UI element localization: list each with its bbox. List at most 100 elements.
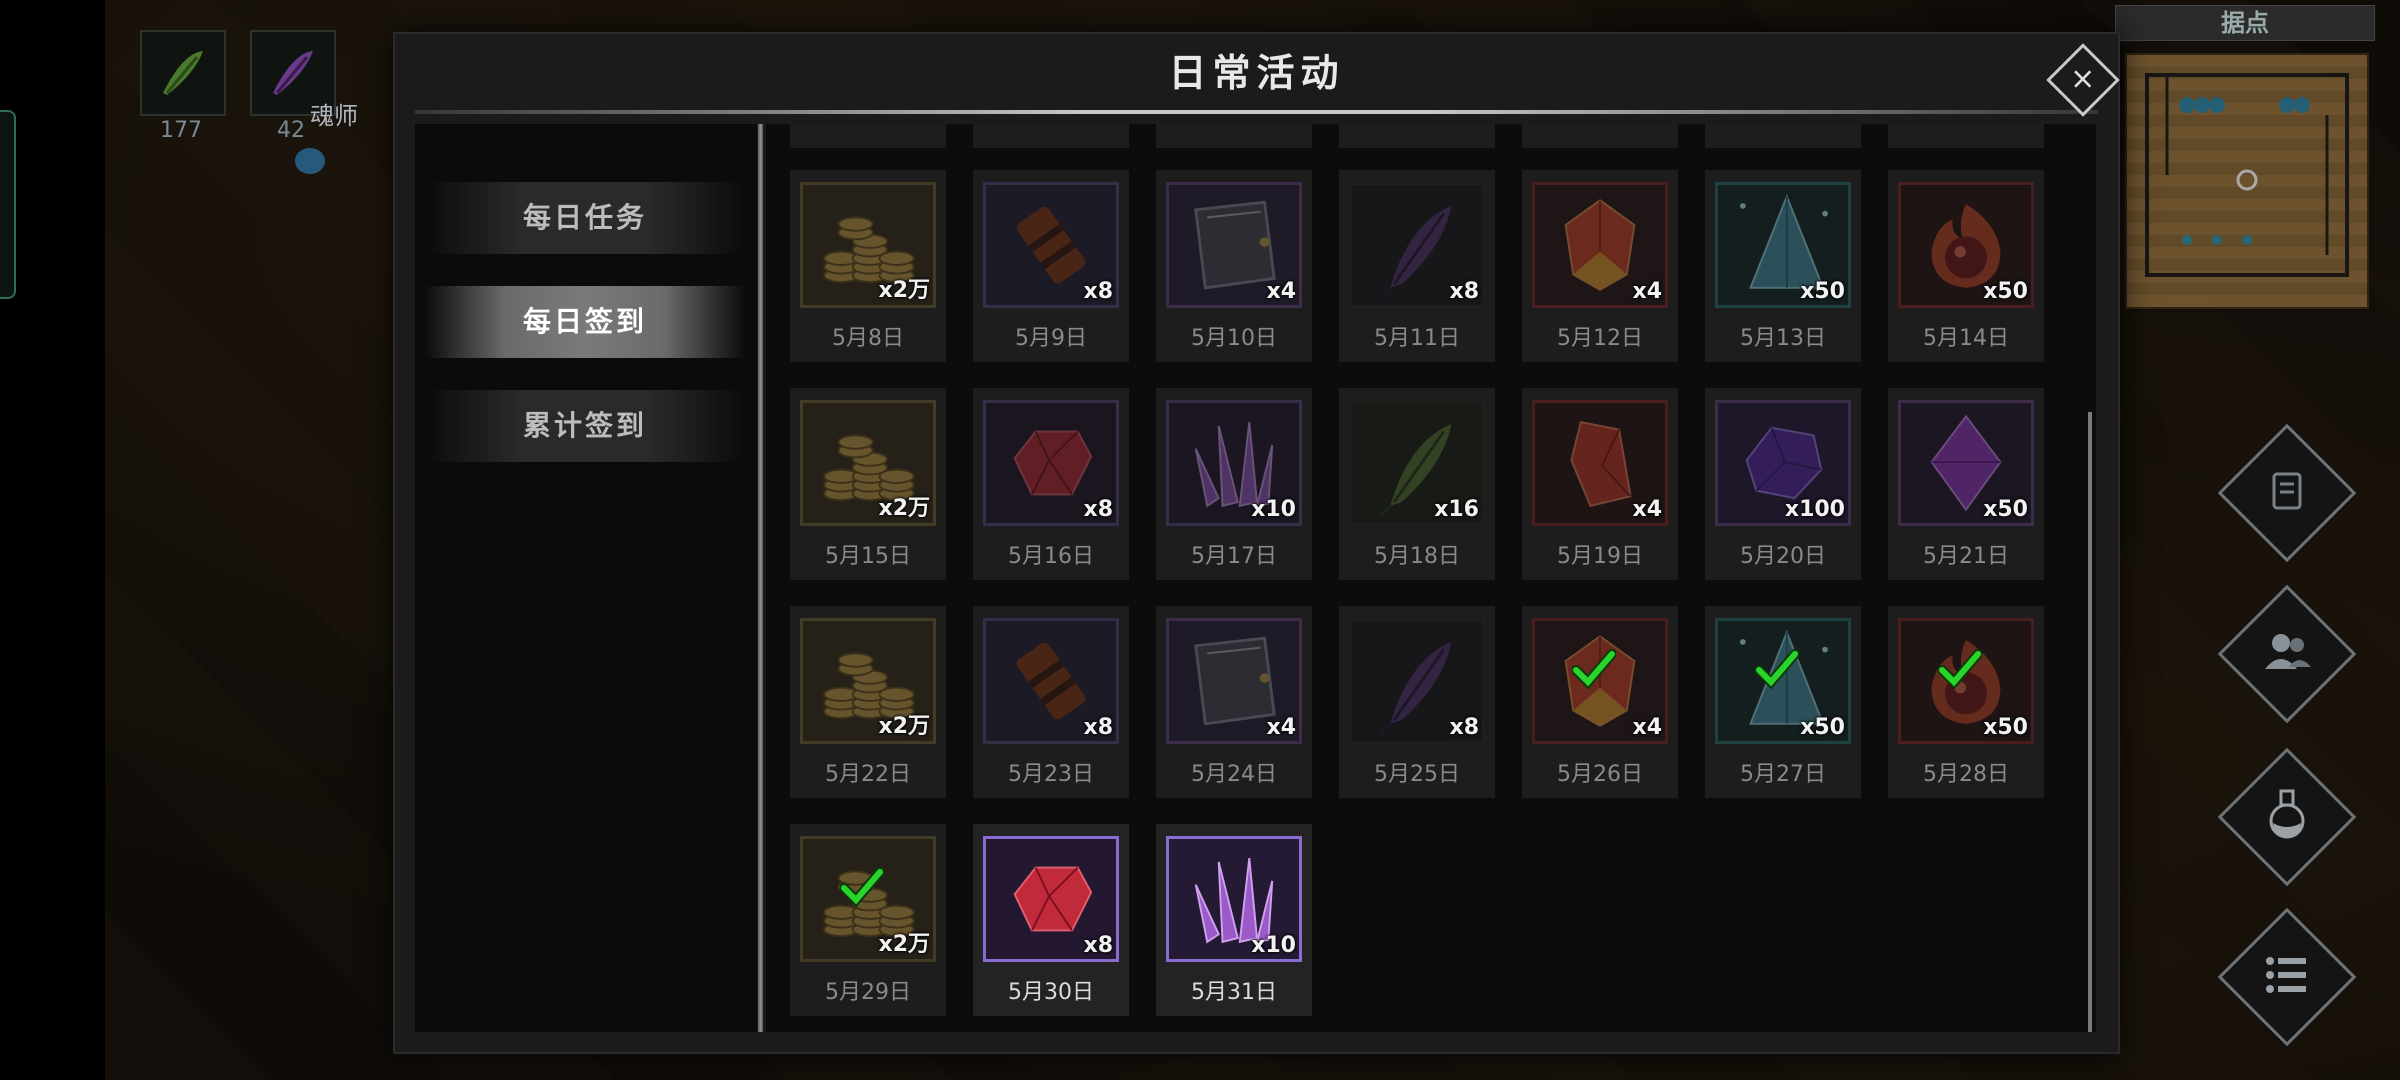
- reward-cell[interactable]: x4 5月24日: [1156, 606, 1312, 798]
- title-divider: [415, 110, 2098, 114]
- reward-quantity: x2万: [878, 714, 931, 739]
- reward-cell[interactable]: x4 5月26日: [1522, 606, 1678, 798]
- reward-cell-partial: [973, 124, 1129, 148]
- reward-date: 5月19日: [1557, 544, 1643, 569]
- reward-quantity: x50: [1800, 279, 1845, 304]
- reward-cell[interactable]: x2万 5月15日: [790, 388, 946, 580]
- reward-date: 5月21日: [1923, 544, 2009, 569]
- reward-cell-partial: [1888, 124, 2044, 148]
- minimap[interactable]: 据点: [2115, 5, 2375, 310]
- potion-icon: [2269, 789, 2305, 839]
- minimap-title: 据点: [2115, 5, 2375, 41]
- reward-cell[interactable]: x100 5月20日: [1705, 388, 1861, 580]
- reward-date: 5月31日: [1191, 980, 1277, 1005]
- reward-date: 5月13日: [1740, 326, 1826, 351]
- scrollbar[interactable]: [2088, 412, 2092, 1032]
- sidebar-nav: 每日任务 每日签到 累计签到: [415, 124, 757, 1032]
- reward-cell[interactable]: x8 5月23日: [973, 606, 1129, 798]
- reward-cell[interactable]: x50 5月14日: [1888, 170, 2044, 362]
- reward-cell[interactable]: x16 5月18日: [1339, 388, 1495, 580]
- reward-date: 5月8日: [832, 326, 904, 351]
- daily-activities-dialog: 日常活动 × 每日任务 每日签到 累计签到 x2万 5月8日 x8 5月9日 x4 5月1…: [393, 32, 2120, 1054]
- hud-item-slot[interactable]: [140, 30, 226, 116]
- minimap-layout: [2145, 73, 2349, 277]
- claimed-check-icon: [839, 864, 885, 908]
- reward-cell[interactable]: x4 5月12日: [1522, 170, 1678, 362]
- reward-cell[interactable]: x8 5月30日: [973, 824, 1129, 1016]
- reward-quantity: x8: [1083, 933, 1114, 958]
- reward-cell[interactable]: x8 5月9日: [973, 170, 1129, 362]
- player-name: 魂师: [310, 102, 358, 130]
- reward-quantity: x10: [1251, 933, 1296, 958]
- reward-cell[interactable]: x50 5月21日: [1888, 388, 2044, 580]
- reward-cell[interactable]: x50 5月27日: [1705, 606, 1861, 798]
- reward-date: 5月16日: [1008, 544, 1094, 569]
- green-feather-icon: [163, 51, 203, 95]
- reward-quantity: x100: [1784, 497, 1845, 522]
- reward-date: 5月14日: [1923, 326, 2009, 351]
- reward-date: 5月30日: [1008, 980, 1094, 1005]
- reward-cell-partial: [1339, 124, 1495, 148]
- reward-date: 5月12日: [1557, 326, 1643, 351]
- reward-date: 5月9日: [1015, 326, 1087, 351]
- tab-cumulative-checkin[interactable]: 累计签到: [425, 390, 745, 462]
- purple-feather-icon: [273, 51, 313, 95]
- reward-quantity: x50: [1983, 497, 2028, 522]
- reward-quantity: x50: [1800, 715, 1845, 740]
- reward-date: 5月15日: [825, 544, 911, 569]
- reward-date: 5月22日: [825, 762, 911, 787]
- reward-quantity: x50: [1983, 715, 2028, 740]
- reward-grid[interactable]: x2万 5月8日 x8 5月9日 x4 5月10日 x8 5月11日 x4 5月12日 x50 5月1…: [766, 124, 2096, 1032]
- tab-daily-tasks[interactable]: 每日任务: [425, 182, 745, 254]
- reward-quantity: x8: [1449, 715, 1480, 740]
- reward-date: 5月23日: [1008, 762, 1094, 787]
- reward-quantity: x16: [1434, 497, 1479, 522]
- reward-cell[interactable]: x8 5月11日: [1339, 170, 1495, 362]
- reward-cell-partial: [1522, 124, 1678, 148]
- dialog-title: 日常活动: [1168, 51, 1345, 95]
- left-edge-tab[interactable]: [0, 110, 16, 299]
- claimed-check-icon: [1937, 646, 1983, 690]
- reward-date: 5月28日: [1923, 762, 2009, 787]
- reward-cell[interactable]: x2万 5月8日: [790, 170, 946, 362]
- reward-date: 5月27日: [1740, 762, 1826, 787]
- reward-date: 5月26日: [1557, 762, 1643, 787]
- friends-icon: [2265, 634, 2311, 669]
- reward-date: 5月10日: [1191, 326, 1277, 351]
- quest-scroll-icon: [2272, 472, 2302, 510]
- reward-quantity: x8: [1449, 279, 1480, 304]
- reward-date: 5月24日: [1191, 762, 1277, 787]
- reward-quantity: x4: [1632, 279, 1663, 304]
- claimed-check-icon: [1571, 646, 1617, 690]
- reward-date: 5月11日: [1374, 326, 1460, 351]
- reward-cell[interactable]: x8 5月25日: [1339, 606, 1495, 798]
- reward-quantity: x10: [1251, 497, 1296, 522]
- reward-cell[interactable]: x50 5月28日: [1888, 606, 2044, 798]
- reward-cell-partial: [790, 124, 946, 148]
- hud-item-count: 177: [160, 118, 202, 143]
- minimap-view[interactable]: [2125, 53, 2369, 309]
- reward-cell-partial: [1156, 124, 1312, 148]
- reward-date: 5月17日: [1191, 544, 1277, 569]
- reward-cell[interactable]: x10 5月31日: [1156, 824, 1312, 1016]
- reward-quantity: x4: [1632, 715, 1663, 740]
- reward-quantity: x4: [1266, 715, 1297, 740]
- close-icon: ×: [2070, 61, 2096, 97]
- reward-quantity: x8: [1083, 715, 1114, 740]
- reward-cell[interactable]: x8 5月16日: [973, 388, 1129, 580]
- reward-quantity: x8: [1083, 279, 1114, 304]
- reward-quantity: x2万: [878, 496, 931, 521]
- reward-cell-partial: [1705, 124, 1861, 148]
- reward-cell[interactable]: x4 5月19日: [1522, 388, 1678, 580]
- tab-daily-checkin[interactable]: 每日签到: [425, 286, 745, 358]
- claimed-check-icon: [1754, 646, 1800, 690]
- reward-cell[interactable]: x50 5月13日: [1705, 170, 1861, 362]
- reward-date: 5月29日: [825, 980, 911, 1005]
- reward-quantity: x50: [1983, 279, 2028, 304]
- reward-cell[interactable]: x10 5月17日: [1156, 388, 1312, 580]
- reward-cell[interactable]: x2万 5月29日: [790, 824, 946, 1016]
- reward-quantity: x2万: [878, 932, 931, 957]
- reward-cell[interactable]: x2万 5月22日: [790, 606, 946, 798]
- menu-list-icon: [2266, 957, 2306, 993]
- reward-cell[interactable]: x4 5月10日: [1156, 170, 1312, 362]
